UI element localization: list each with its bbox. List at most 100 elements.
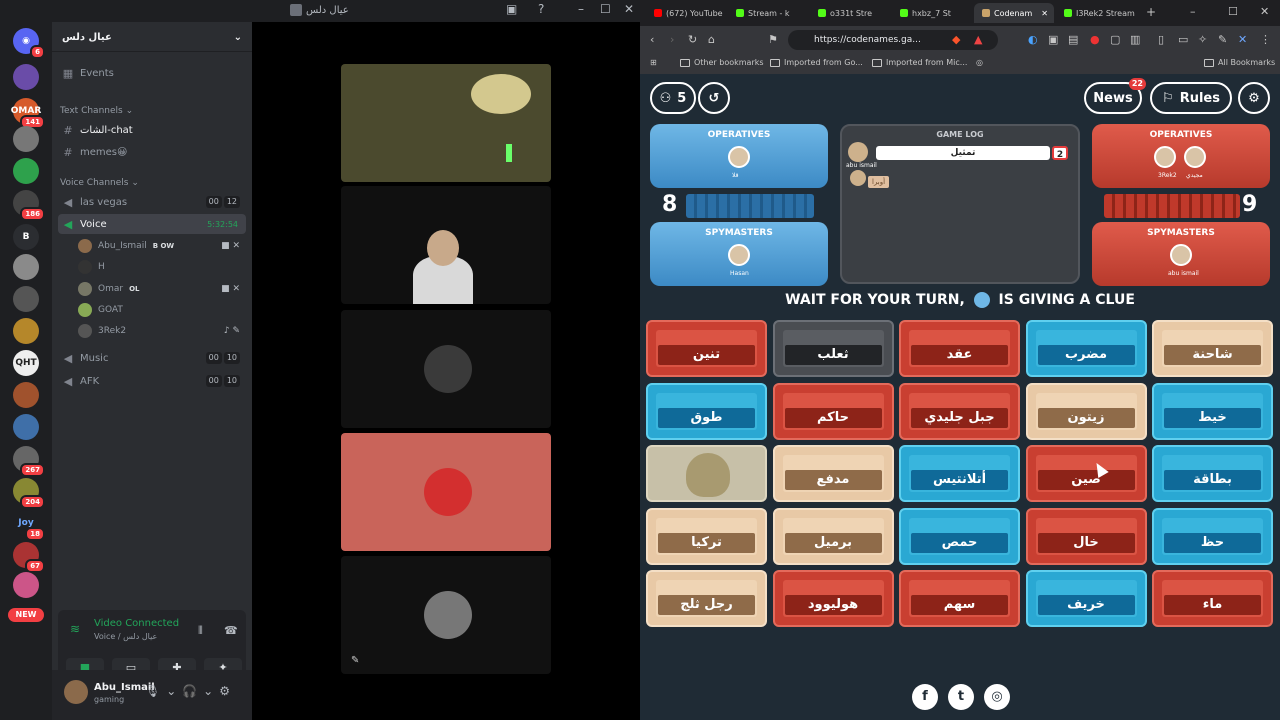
menu-icon[interactable]: ⋮ — [1260, 33, 1271, 46]
word-card[interactable]: خيط — [1152, 382, 1273, 440]
twitter-icon[interactable]: t — [948, 684, 974, 710]
close-icon[interactable]: ✕ — [624, 2, 634, 16]
video-tile[interactable] — [341, 310, 551, 428]
close-tab-icon[interactable]: ✕ — [1041, 9, 1048, 18]
forward-icon[interactable]: › — [670, 33, 674, 46]
word-card[interactable]: هوليوود — [772, 570, 894, 627]
rules-button[interactable]: ⚐ Rules — [1150, 82, 1232, 114]
word-card[interactable]: ماء — [1152, 570, 1273, 627]
word-card[interactable]: مضرب — [1025, 320, 1147, 377]
address-bar[interactable]: https://codenames.ga... — [788, 30, 998, 50]
instagram-icon[interactable]: ◎ — [984, 684, 1010, 710]
server-icon[interactable]: 67 — [13, 542, 45, 573]
server-icon[interactable] — [13, 318, 39, 344]
video-tile-speaking[interactable] — [341, 433, 551, 551]
word-card[interactable]: ثعلب — [772, 320, 894, 377]
word-card[interactable]: زيتون — [1025, 382, 1147, 440]
news-button[interactable]: News 22 — [1084, 78, 1146, 114]
server-icon[interactable] — [13, 64, 39, 90]
back-icon[interactable]: ‹ — [650, 33, 654, 46]
channel-events[interactable]: ▦ Events — [58, 63, 246, 83]
settings-button[interactable]: ⚙ — [1238, 82, 1270, 114]
server-icon[interactable] — [13, 254, 39, 280]
all-bookmarks[interactable]: All Bookmarks — [1204, 58, 1275, 67]
extension-icon[interactable]: ▢ — [1110, 33, 1120, 46]
voice-user[interactable]: Omar OL ■ ✕ — [78, 280, 246, 298]
disconnect-icon[interactable]: ☎ — [224, 624, 238, 637]
extension-icon[interactable]: ▣ — [1048, 33, 1058, 46]
voice-channel-afk[interactable]: ◀ AFK 00 10 — [58, 371, 246, 391]
facebook-icon[interactable]: f — [912, 684, 938, 710]
tab-youtube[interactable]: (672) YouTube — [646, 3, 726, 23]
reload-icon[interactable]: ↻ — [688, 33, 697, 46]
word-card[interactable]: خريف — [1025, 570, 1147, 627]
inbox-icon[interactable]: ▣ — [506, 2, 517, 16]
brave-shield-icon[interactable]: ◆ — [952, 33, 960, 46]
voice-channel-las-vegas[interactable]: ◀ las vegas 00 12 — [58, 192, 246, 212]
server-icon[interactable] — [13, 286, 39, 312]
server-omar[interactable]: OMAR 141 — [11, 98, 45, 129]
word-card[interactable]: عقد — [899, 320, 1020, 377]
voice-user[interactable]: H — [78, 258, 246, 276]
category-voice-channels[interactable]: Voice Channels ⌄ — [60, 178, 139, 188]
video-tile[interactable] — [341, 186, 551, 304]
word-card[interactable]: حاكم — [772, 382, 894, 440]
word-card[interactable]: تنين — [646, 320, 767, 377]
server-icon[interactable] — [13, 158, 39, 184]
wallet-icon[interactable]: ▭ — [1178, 33, 1188, 46]
server-icon[interactable]: 186 — [13, 190, 45, 221]
apps-icon[interactable]: ⊞ — [650, 58, 657, 67]
server-qht[interactable]: QHT — [13, 350, 39, 376]
word-card[interactable]: سهم — [899, 570, 1020, 627]
tab-stream[interactable]: hxbz_7 St — [892, 3, 972, 23]
noise-suppression-icon[interactable]: ⦀ — [198, 624, 203, 638]
word-card[interactable]: صين — [1025, 445, 1147, 502]
server-icon[interactable] — [13, 414, 39, 440]
undo-button[interactable]: ↺ — [698, 82, 730, 114]
voice-user[interactable]: GOAT — [78, 301, 246, 319]
word-card[interactable]: رجل ثلج — [646, 570, 767, 627]
voice-channel-voice[interactable]: ◀ Voice 5:32:54 — [58, 214, 246, 234]
close-icon[interactable]: ✕ — [1260, 5, 1269, 18]
word-card[interactable]: حظ — [1152, 507, 1273, 565]
extension-icon[interactable]: ✕ — [1238, 33, 1247, 46]
leo-icon[interactable]: ✧ — [1198, 33, 1207, 46]
server-header[interactable]: عيال دلس ⌄ — [52, 22, 252, 52]
bookmark-icon[interactable]: ⚑ — [768, 33, 778, 46]
players-button[interactable]: ⚇ 5 — [650, 82, 696, 114]
video-tile[interactable]: ✎ — [341, 556, 551, 674]
extensions-icon[interactable]: ✎ — [1218, 33, 1227, 46]
word-card[interactable]: شاحنة — [1152, 320, 1273, 377]
bookmark-folder[interactable]: Imported from Go... — [770, 58, 863, 67]
channel-memes[interactable]: # memes😀 — [58, 142, 246, 162]
video-tile[interactable] — [341, 64, 551, 182]
home-icon[interactable]: ⌂ — [708, 33, 715, 46]
voice-channel-music[interactable]: ◀ Music 00 10 — [58, 348, 246, 368]
server-icon[interactable] — [13, 572, 39, 598]
server-icon[interactable]: 267 — [13, 446, 45, 477]
word-card[interactable]: طوق — [646, 382, 767, 440]
server-joy[interactable]: Joy 18 — [13, 510, 45, 541]
extension-icon[interactable]: ● — [1090, 33, 1100, 46]
channel-chat[interactable]: # الشات-chat — [58, 120, 246, 140]
word-card[interactable]: جبل جليدي — [899, 382, 1020, 440]
word-card[interactable]: حمص — [899, 507, 1020, 565]
word-card[interactable]: بطاقة — [1152, 445, 1273, 502]
word-card[interactable]: تركيا — [646, 507, 767, 565]
word-card[interactable] — [646, 445, 767, 502]
signal-icon[interactable]: ≋ — [70, 622, 80, 636]
minimize-icon[interactable]: – — [1190, 5, 1196, 18]
extension-icon[interactable]: ▤ — [1068, 33, 1078, 46]
server-icon[interactable]: 204 — [13, 478, 45, 509]
server-b[interactable]: B — [13, 224, 39, 250]
maximize-icon[interactable]: ☐ — [1228, 5, 1238, 18]
discord-home-icon[interactable]: ◉ 6 — [13, 28, 45, 59]
server-icon[interactable] — [13, 382, 39, 408]
bookmark-folder[interactable]: Other bookmarks — [680, 58, 764, 67]
bookmark-folder[interactable]: Imported from Mic... — [872, 58, 967, 67]
help-icon[interactable]: ? — [538, 2, 544, 16]
rewards-icon[interactable]: ▲ — [974, 33, 982, 46]
word-card[interactable]: خال — [1025, 507, 1147, 565]
extension-icon[interactable]: ◐ — [1028, 33, 1038, 46]
new-badge[interactable]: NEW — [8, 608, 44, 622]
